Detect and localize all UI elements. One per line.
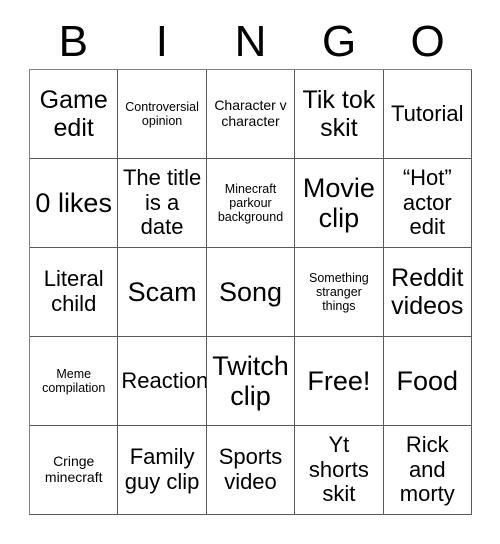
bingo-cell-r3c5[interactable]: Reddit videos [383,248,472,337]
bingo-header-letter-b: B [58,16,88,66]
bingo-cell-label: Food [396,365,459,396]
bingo-cell-label: Family guy clip [124,444,200,494]
bingo-cell-r2c5[interactable]: “Hot” actor edit [383,159,472,248]
bingo-cell-r2c3[interactable]: Minecraft parkour background [206,159,296,248]
bingo-cell-label: Something stranger things [309,271,369,313]
bingo-cell-label: Minecraft parkour background [217,182,284,224]
bingo-cell-label: Character v character [214,97,287,129]
bingo-cell-r4c3[interactable]: Twitch clip [206,337,296,426]
bingo-cell-r1c2[interactable]: Controversial opinion [118,70,207,159]
bingo-cell-r5c2[interactable]: Family guy clip [118,426,207,515]
bingo-cell-r5c1[interactable]: Cringe minecraft [30,426,119,515]
bingo-cell-r5c5[interactable]: Rick and morty [383,426,472,515]
bingo-header-letter-n: N [234,16,267,66]
bingo-cell-r1c3[interactable]: Character v character [206,70,296,159]
bingo-cell-label: Sports video [218,444,283,494]
bingo-grid: Game edit Controversial opinion Characte… [29,69,472,515]
bingo-cell-r1c1[interactable]: Game edit [30,70,119,159]
bingo-cell-label: Controversial opinion [125,100,199,128]
bingo-cell-r2c1[interactable]: 0 likes [30,159,119,248]
bingo-cell-r5c4[interactable]: Yt shorts skit [295,426,384,515]
bingo-cell-r4c1[interactable]: Meme compilation [30,337,119,426]
bingo-cell-label: “Hot” actor edit [402,165,452,240]
bingo-cell-free-space[interactable]: Free! [295,337,384,426]
bingo-cell-label: Twitch clip [212,350,289,411]
bingo-cell-r1c4[interactable]: Tik tok skit [295,70,384,159]
bingo-card: B I N G O Game edit Controversial opinio… [0,0,500,544]
bingo-cell-label: Reaction [121,367,207,393]
bingo-cell-label: Cringe minecraft [44,453,103,485]
bingo-cell-r2c4[interactable]: Movie clip [295,159,384,248]
bingo-cell-r3c1[interactable]: Literal child [30,248,119,337]
bingo-cell-label: Free! [307,365,371,396]
bingo-header-row: B I N G O [29,14,472,69]
bingo-cell-r3c2[interactable]: Scam [118,248,207,337]
bingo-cell-label: Rick and morty [399,432,455,507]
bingo-cell-label: Tutorial [391,100,464,126]
bingo-cell-label: Meme compilation [42,367,106,395]
bingo-cell-label: Movie clip [302,172,375,233]
bingo-cell-label: Tik tok skit [302,86,376,142]
bingo-cell-label: Song [218,276,283,307]
bingo-cell-label: The title is a date [122,165,202,240]
bingo-cell-r3c3[interactable]: Song [206,248,296,337]
bingo-header-letter-o: O [410,16,445,66]
bingo-cell-label: Yt shorts skit [308,432,369,507]
bingo-cell-label: Reddit videos [391,264,464,320]
bingo-cell-label: Game edit [39,86,108,142]
bingo-cell-r2c2[interactable]: The title is a date [118,159,207,248]
bingo-header-letter-g: G [321,16,357,66]
bingo-cell-label: Literal child [43,266,104,316]
bingo-cell-label: 0 likes [35,187,112,218]
bingo-cell-r4c5[interactable]: Food [383,337,472,426]
bingo-cell-r5c3[interactable]: Sports video [206,426,296,515]
bingo-cell-r1c5[interactable]: Tutorial [383,70,472,159]
bingo-cell-r3c4[interactable]: Something stranger things [295,248,384,337]
bingo-header-letter-i: I [155,16,168,66]
bingo-cell-label: Scam [127,276,197,307]
bingo-cell-r4c2[interactable]: Reaction [118,337,207,426]
